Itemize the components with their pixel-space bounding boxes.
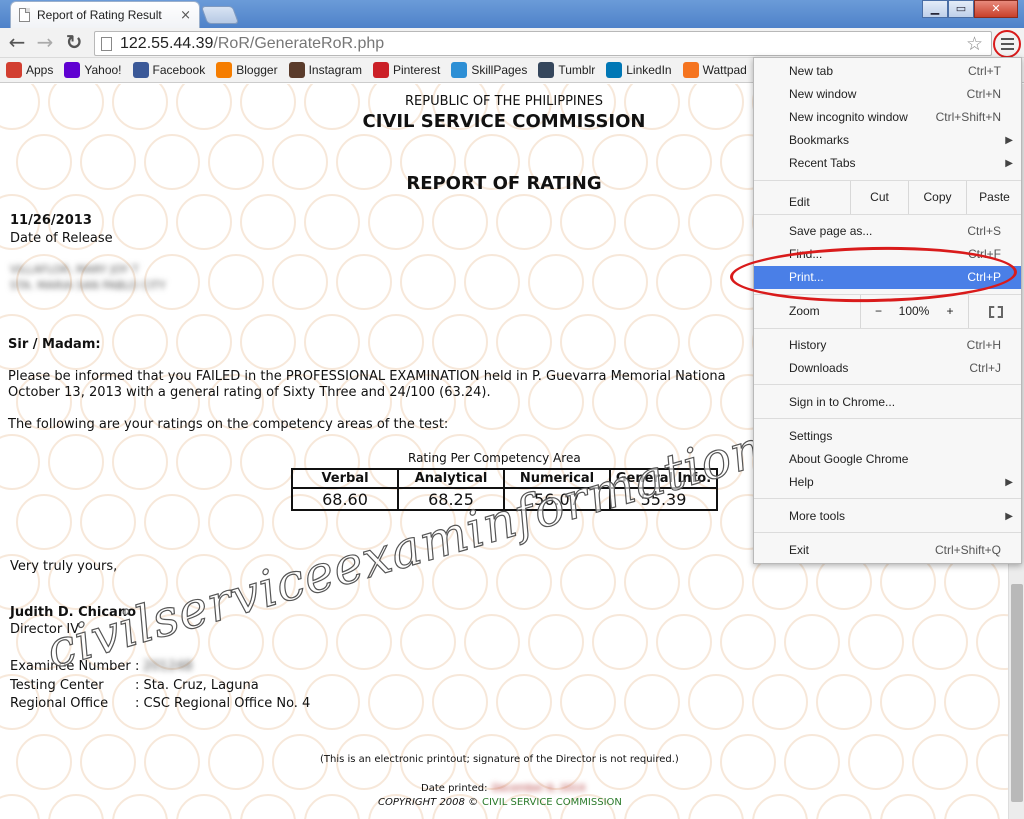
menu-settings[interactable]: Settings bbox=[754, 425, 1021, 448]
submenu-arrow-icon: ▶ bbox=[1005, 135, 1013, 146]
menu-history[interactable]: History Ctrl+H bbox=[754, 334, 1021, 357]
menu-separator bbox=[754, 498, 1021, 499]
menu-more-tools[interactable]: More tools ▶ bbox=[754, 505, 1021, 528]
result-paragraph-line1: Please be informed that you FAILED in th… bbox=[8, 369, 726, 384]
chrome-menu-button[interactable] bbox=[993, 30, 1021, 58]
menu-new-incognito-window[interactable]: New incognito window Ctrl+Shift+N bbox=[754, 106, 1021, 129]
maximize-button[interactable]: ▭ bbox=[948, 0, 974, 18]
copyright-org: CIVIL SERVICE COMMISSION bbox=[482, 797, 622, 808]
column-header-analytical: Analytical bbox=[397, 468, 505, 489]
testing-center-value: : Sta. Cruz, Laguna bbox=[135, 678, 259, 693]
menu-bookmarks[interactable]: Bookmarks ▶ bbox=[754, 129, 1021, 152]
date-printed-value: December 6, 2014 bbox=[492, 783, 586, 794]
submenu-arrow-icon: ▶ bbox=[1005, 477, 1013, 488]
hamburger-icon bbox=[1000, 38, 1014, 40]
submenu-arrow-icon: ▶ bbox=[1005, 511, 1013, 522]
fullscreen-icon[interactable] bbox=[968, 295, 1022, 328]
copyright: COPYRIGHT 2008 © bbox=[378, 797, 479, 808]
bookmark-linkedin[interactable]: LinkedIn bbox=[606, 62, 672, 78]
menu-sign-in[interactable]: Sign in to Chrome... bbox=[754, 391, 1021, 414]
menu-separator bbox=[754, 418, 1021, 419]
tab-title: Report of Rating Result bbox=[37, 8, 162, 22]
window-controls: ▁ ▭ ✕ bbox=[922, 0, 1018, 18]
testing-center-label: Testing Center bbox=[10, 678, 104, 693]
menu-separator bbox=[754, 328, 1021, 329]
yahoo-icon bbox=[64, 62, 81, 78]
submenu-arrow-icon: ▶ bbox=[1005, 158, 1013, 169]
menu-copy-button[interactable]: Copy bbox=[908, 181, 966, 214]
menu-new-tab[interactable]: New tab Ctrl+T bbox=[754, 60, 1021, 83]
examinee-number-value: 201248 bbox=[143, 659, 193, 674]
url-path: /RoR/GenerateRoR.php bbox=[213, 34, 385, 52]
menu-help[interactable]: Help ▶ bbox=[754, 471, 1021, 494]
menu-save-page-as[interactable]: Save page as... Ctrl+S bbox=[754, 220, 1021, 243]
menu-downloads[interactable]: Downloads Ctrl+J bbox=[754, 357, 1021, 380]
bookmark-instagram[interactable]: Instagram bbox=[288, 62, 362, 78]
linkedin-icon bbox=[606, 62, 623, 78]
printout-note: (This is an electronic printout; signatu… bbox=[320, 754, 679, 765]
skillpages-icon bbox=[451, 62, 468, 78]
page-icon bbox=[19, 8, 30, 22]
page-icon bbox=[101, 36, 112, 51]
menu-exit[interactable]: Exit Ctrl+Shift+Q bbox=[754, 539, 1021, 562]
menu-paste-button[interactable]: Paste bbox=[966, 181, 1022, 214]
apps-icon bbox=[6, 62, 22, 78]
back-icon[interactable]: ← bbox=[5, 31, 29, 55]
tumblr-icon bbox=[538, 62, 555, 78]
bookmark-apps[interactable]: Apps bbox=[6, 62, 53, 78]
menu-new-window[interactable]: New window Ctrl+N bbox=[754, 83, 1021, 106]
scrollbar-thumb[interactable] bbox=[1011, 584, 1023, 802]
facebook-icon bbox=[132, 62, 149, 78]
title-bar: Report of Rating Result × ▁ ▭ ✕ bbox=[0, 0, 1024, 28]
minimize-button[interactable]: ▁ bbox=[922, 0, 948, 18]
bookmark-pinterest[interactable]: Pinterest bbox=[372, 62, 440, 78]
new-tab-button[interactable] bbox=[200, 6, 240, 24]
bookmark-blogger[interactable]: Blogger bbox=[216, 62, 278, 78]
close-tab-icon[interactable]: × bbox=[180, 8, 191, 23]
regional-office-value: : CSC Regional Office No. 4 bbox=[135, 696, 311, 711]
examinee-address: STA. MARIA SAN PABLO CITY bbox=[10, 279, 166, 292]
bookmark-tumblr[interactable]: Tumblr bbox=[538, 62, 595, 78]
menu-about-chrome[interactable]: About Google Chrome bbox=[754, 448, 1021, 471]
table-caption: Rating Per Competency Area bbox=[408, 451, 581, 465]
browser-tab[interactable]: Report of Rating Result × bbox=[10, 1, 200, 28]
address-bar[interactable]: 122.55.44.39 /RoR/GenerateRoR.php ☆ bbox=[94, 31, 992, 56]
release-date-label: Date of Release bbox=[10, 231, 113, 246]
bookmark-yahoo[interactable]: Yahoo! bbox=[64, 62, 122, 78]
wattpad-icon bbox=[682, 62, 699, 78]
bookmark-star-icon[interactable]: ☆ bbox=[966, 33, 983, 55]
close-window-button[interactable]: ✕ bbox=[974, 0, 1018, 18]
salutation: Sir / Madam: bbox=[8, 337, 101, 352]
release-date: 11/26/2013 bbox=[10, 213, 92, 228]
bookmark-wattpad[interactable]: Wattpad bbox=[682, 62, 747, 78]
menu-cut-button[interactable]: Cut bbox=[850, 181, 908, 214]
instagram-icon bbox=[288, 62, 305, 78]
date-printed-label: Date printed: bbox=[421, 783, 488, 794]
bookmark-skillpages[interactable]: SkillPages bbox=[451, 62, 527, 78]
menu-recent-tabs[interactable]: Recent Tabs ▶ bbox=[754, 152, 1021, 175]
column-header-verbal: Verbal bbox=[291, 468, 399, 489]
regional-office-label: Regional Office bbox=[10, 696, 109, 711]
pinterest-icon bbox=[372, 62, 389, 78]
url-host: 122.55.44.39 bbox=[120, 34, 214, 52]
menu-separator bbox=[754, 532, 1021, 533]
blogger-icon bbox=[216, 62, 233, 78]
result-paragraph-line2: October 13, 2013 with a general rating o… bbox=[8, 385, 491, 400]
examinee-name: VILLAFLOR, MARY JOY T bbox=[10, 263, 139, 276]
bookmark-facebook[interactable]: Facebook bbox=[132, 62, 205, 78]
closing: Very truly yours, bbox=[10, 559, 118, 574]
reload-icon[interactable]: ↻ bbox=[62, 31, 86, 55]
rating-verbal: 68.60 bbox=[291, 487, 399, 511]
chrome-menu: New tab Ctrl+T New window Ctrl+N New incog… bbox=[753, 57, 1022, 564]
menu-separator bbox=[754, 384, 1021, 385]
competency-intro: The following are your ratings on the co… bbox=[8, 417, 449, 432]
zoom-in-button[interactable]: + bbox=[932, 295, 968, 328]
forward-icon[interactable]: → bbox=[33, 31, 57, 55]
menu-separator bbox=[754, 214, 1021, 215]
browser-toolbar: ← → ↻ 122.55.44.39 /RoR/GenerateRoR.php … bbox=[0, 28, 1024, 58]
